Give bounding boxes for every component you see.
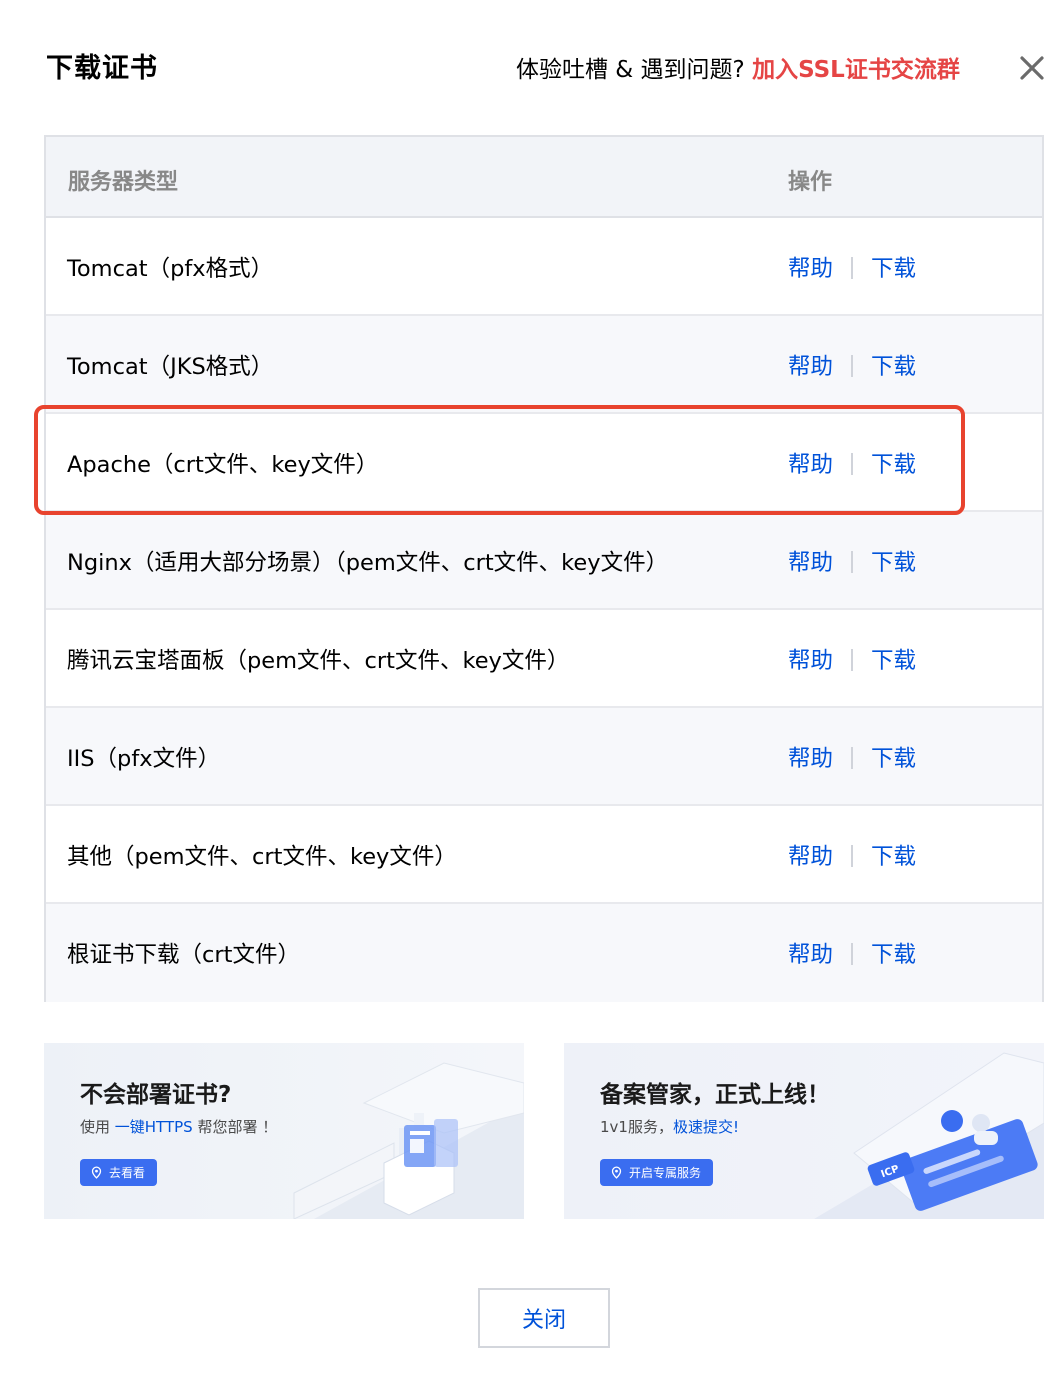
help-link[interactable]: 帮助 [788, 746, 833, 772]
banner-description: 1v1服务，极速提交! [600, 1116, 739, 1137]
server-type-label: 腾讯云宝塔面板（pem文件、crt文件、key文件） [67, 648, 570, 674]
table-row: Apache（crt文件、key文件） 帮助 下载 [46, 414, 1042, 512]
table-row: 其他（pem文件、crt文件、key文件） 帮助 下载 [46, 806, 1042, 904]
banner-title: 不会部署证书? [80, 1082, 232, 1108]
help-link[interactable]: 帮助 [788, 550, 833, 576]
download-link[interactable]: 下载 [871, 452, 916, 478]
column-header-server-type: 服务器类型 [68, 170, 179, 195]
dialog-title: 下载证书 [46, 53, 158, 84]
action-divider [851, 257, 854, 279]
download-link[interactable]: 下载 [871, 746, 916, 772]
deploy-help-banner[interactable]: 不会部署证书? 使用 一键HTTPS 帮您部署 ！ 去看看 [44, 1043, 524, 1219]
download-link[interactable]: 下载 [871, 648, 916, 674]
join-group-link[interactable]: 加入SSL证书交流群 [752, 57, 960, 83]
icp-filing-banner[interactable]: ICP 备案管家，正式上线！ 1v1服务，极速提交! 开启专属服务 [564, 1043, 1044, 1219]
server-type-label: Apache（crt文件、key文件） [67, 452, 379, 478]
table-body: Tomcat（pfx格式） 帮助 下载 Tomcat（JKS格式） 帮助 下载 Apache… [46, 218, 1042, 1002]
desc-prefix: 1v1服务， [600, 1118, 673, 1136]
start-service-label: 开启专属服务 [629, 1166, 702, 1180]
action-divider [851, 551, 854, 573]
one-click-https-link[interactable]: 一键HTTPS [115, 1118, 193, 1136]
help-link[interactable]: 帮助 [788, 648, 833, 674]
server-type-label: Tomcat（pfx格式） [67, 256, 274, 282]
server-type-label: Nginx（适用大部分场景）（pem文件、crt文件、key文件） [67, 550, 669, 576]
row-actions: 帮助 下载 [788, 643, 916, 675]
fast-submit-link[interactable]: 极速提交! [673, 1118, 739, 1136]
table-row: 根证书下载（crt文件） 帮助 下载 [46, 904, 1042, 1002]
feedback-text: 体验吐槽 & 遇到问题? [516, 57, 745, 83]
action-divider [851, 943, 854, 965]
action-divider [851, 355, 854, 377]
dialog-header: 下载证书 体验吐槽 & 遇到问题? 加入SSL证书交流群 [0, 0, 1060, 130]
help-link[interactable]: 帮助 [788, 942, 833, 968]
action-divider [851, 453, 854, 475]
feedback-banner: 体验吐槽 & 遇到问题? 加入SSL证书交流群 [516, 50, 960, 84]
table-row: IIS（pfx文件） 帮助 下载 [46, 708, 1042, 806]
row-actions: 帮助 下载 [788, 741, 916, 773]
go-see-button[interactable]: 去看看 [80, 1159, 158, 1186]
go-see-label: 去看看 [109, 1166, 146, 1180]
row-actions: 帮助 下载 [788, 545, 916, 577]
start-service-button[interactable]: 开启专属服务 [600, 1159, 714, 1186]
row-actions: 帮助 下载 [788, 447, 916, 479]
certificate-download-table: 服务器类型 操作 Tomcat（pfx格式） 帮助 下载 Tomcat（JKS格式）帮… [44, 135, 1044, 1002]
icp-illustration: ICP [814, 1052, 1044, 1219]
location-pin-icon [611, 1166, 622, 1179]
action-divider [851, 845, 854, 867]
desc-prefix: 使用 [80, 1118, 115, 1136]
help-link[interactable]: 帮助 [788, 844, 833, 870]
action-divider [851, 649, 854, 671]
server-type-label: 其他（pem文件、crt文件、key文件） [67, 844, 457, 870]
table-header: 服务器类型 操作 [46, 137, 1042, 218]
download-link[interactable]: 下载 [871, 844, 916, 870]
server-type-label: Tomcat（JKS格式） [67, 354, 274, 380]
download-link[interactable]: 下载 [871, 942, 916, 968]
desc-suffix: 帮您部署 ！ [192, 1118, 278, 1136]
table-row: 腾讯云宝塔面板（pem文件、crt文件、key文件） 帮助 下载 [46, 610, 1042, 708]
row-actions: 帮助 下载 [788, 937, 916, 969]
help-link[interactable]: 帮助 [788, 354, 833, 380]
help-link[interactable]: 帮助 [788, 256, 833, 282]
server-type-label: 根证书下载（crt文件） [67, 942, 300, 968]
close-icon[interactable] [1012, 48, 1052, 88]
action-divider [851, 747, 854, 769]
table-row: Nginx（适用大部分场景）（pem文件、crt文件、key文件） 帮助 下载 [46, 512, 1042, 610]
help-link[interactable]: 帮助 [788, 452, 833, 478]
download-link[interactable]: 下载 [871, 550, 916, 576]
download-link[interactable]: 下载 [871, 354, 916, 380]
server-type-label: IIS（pfx文件） [67, 746, 221, 772]
row-actions: 帮助 下载 [788, 251, 916, 283]
close-dialog-button[interactable]: 关闭 [478, 1288, 610, 1348]
table-row: Tomcat（pfx格式） 帮助 下载 [46, 218, 1042, 316]
deploy-illustration [293, 1062, 524, 1219]
row-actions: 帮助 下载 [788, 839, 916, 871]
download-link[interactable]: 下载 [871, 256, 916, 282]
location-pin-icon [91, 1166, 102, 1179]
banner-title: 备案管家，正式上线！ [600, 1082, 830, 1108]
banner-description: 使用 一键HTTPS 帮您部署 ！ [80, 1116, 277, 1137]
table-row: Tomcat（JKS格式） 帮助 下载 [46, 316, 1042, 414]
row-actions: 帮助 下载 [788, 349, 916, 381]
column-header-operation: 操作 [788, 170, 833, 195]
